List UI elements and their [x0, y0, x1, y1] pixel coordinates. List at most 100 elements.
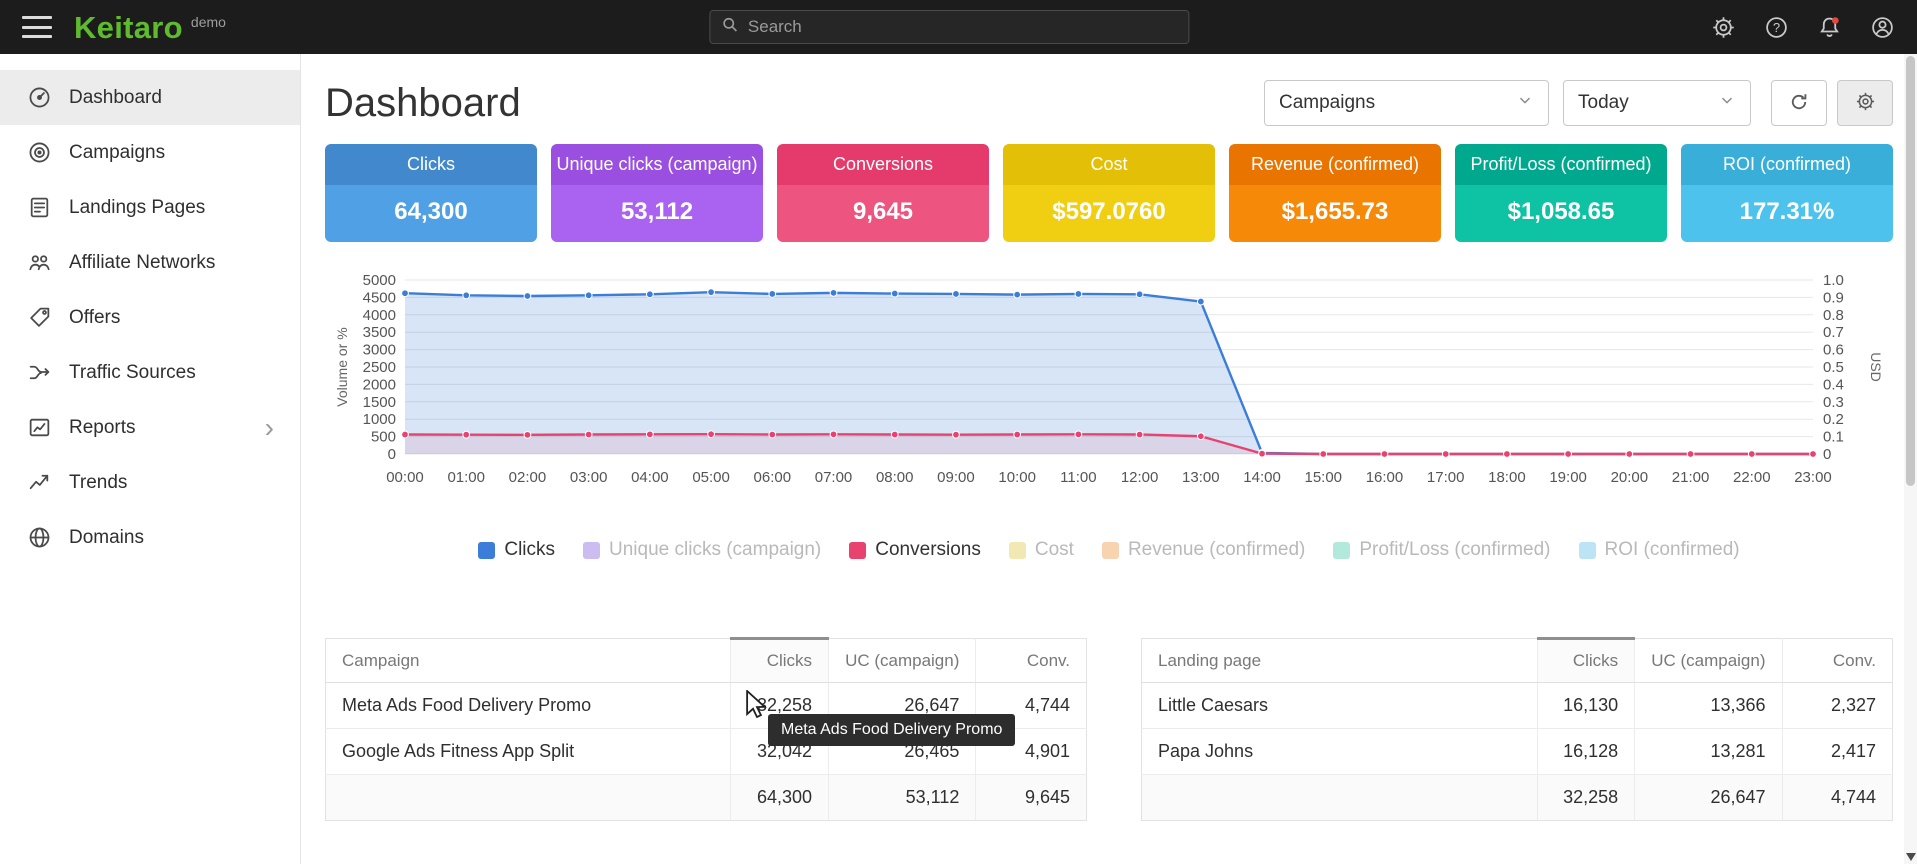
column-header-clicks[interactable]: Clicks — [1538, 639, 1635, 683]
metric-card-profit-loss-confirmed[interactable]: Profit/Loss (confirmed)$1,058.65 — [1455, 144, 1667, 242]
metric-card-value: $1,655.73 — [1229, 185, 1441, 242]
legend-item-clicks[interactable]: Clicks — [478, 539, 555, 561]
svg-text:07:00: 07:00 — [815, 469, 853, 486]
table-header-row: Landing pageClicksUC (campaign)Conv. — [1142, 639, 1893, 683]
row-value-cell: 13,366 — [1635, 683, 1782, 729]
total-value-cell: 53,112 — [829, 775, 976, 821]
metric-card-roi-confirmed[interactable]: ROI (confirmed)177.31% — [1681, 144, 1893, 242]
sidebar-item-trends[interactable]: Trends — [0, 455, 300, 510]
column-header-uc-campaign[interactable]: UC (campaign) — [1635, 639, 1782, 683]
metric-card-cost[interactable]: Cost$597.0760 — [1003, 144, 1215, 242]
column-header-landing-page[interactable]: Landing page — [1142, 639, 1538, 683]
search-icon — [720, 15, 740, 40]
landings-table-container: Landing pageClicksUC (campaign)Conv.Litt… — [1141, 637, 1893, 821]
column-header-uc-campaign[interactable]: UC (campaign) — [829, 639, 976, 683]
summary-tables: CampaignClicksUC (campaign)Conv.Meta Ads… — [325, 637, 1893, 821]
legend-label: Unique clicks (campaign) — [609, 539, 821, 561]
svg-text:21:00: 21:00 — [1672, 469, 1710, 486]
column-header-conv[interactable]: Conv. — [1782, 639, 1893, 683]
metric-card-revenue-confirmed[interactable]: Revenue (confirmed)$1,655.73 — [1229, 144, 1441, 242]
legend-item-cost[interactable]: Cost — [1009, 539, 1074, 561]
metric-card-value: 64,300 — [325, 185, 537, 242]
svg-text:12:00: 12:00 — [1121, 469, 1159, 486]
legend-swatch — [849, 542, 866, 559]
date-range-select[interactable]: Today — [1563, 80, 1751, 126]
legend-swatch — [1579, 542, 1596, 559]
metric-card-label: Unique clicks (campaign) — [551, 144, 763, 185]
column-header-clicks[interactable]: Clicks — [731, 639, 829, 683]
svg-text:0.7: 0.7 — [1823, 324, 1844, 341]
sidebar-item-traffic-sources[interactable]: Traffic Sources — [0, 345, 300, 400]
legend-item-roi-confirmed[interactable]: ROI (confirmed) — [1579, 539, 1740, 561]
table-row[interactable]: Papa Johns16,12813,2812,417 — [1142, 729, 1893, 775]
date-range-select-value: Today — [1578, 92, 1629, 114]
legend-swatch — [478, 542, 495, 559]
legend-item-revenue-confirmed[interactable]: Revenue (confirmed) — [1102, 539, 1305, 561]
globe-icon — [26, 525, 52, 551]
target-icon — [26, 140, 52, 166]
total-value-cell: 26,647 — [1635, 775, 1782, 821]
search-input[interactable] — [748, 17, 1178, 37]
svg-text:19:00: 19:00 — [1549, 469, 1587, 486]
column-header-conv[interactable]: Conv. — [976, 639, 1087, 683]
dashboard-settings-button[interactable] — [1837, 80, 1893, 126]
chevron-down-icon — [1516, 91, 1534, 115]
legend-label: Clicks — [504, 539, 555, 561]
refresh-button[interactable] — [1771, 80, 1827, 126]
svg-text:22:00: 22:00 — [1733, 469, 1771, 486]
metric-card-conversions[interactable]: Conversions9,645 — [777, 144, 989, 242]
scrollbar-down-button[interactable] — [1906, 853, 1916, 861]
chart-canvas: 0500100015002000250030003500400045005000… — [325, 268, 1885, 520]
svg-text:3000: 3000 — [363, 342, 396, 359]
total-value-cell: 4,744 — [1782, 775, 1893, 821]
sidebar-item-dashboard[interactable]: Dashboard — [0, 70, 300, 125]
sidebar-item-campaigns[interactable]: Campaigns — [0, 125, 300, 180]
total-value-cell: 64,300 — [731, 775, 829, 821]
grouping-select[interactable]: Campaigns — [1264, 80, 1549, 126]
row-tooltip: Meta Ads Food Delivery Promo — [768, 714, 1015, 746]
row-value-cell: 16,128 — [1538, 729, 1635, 775]
legend-label: Revenue (confirmed) — [1128, 539, 1305, 561]
legend-swatch — [1333, 542, 1350, 559]
svg-text:00:00: 00:00 — [386, 469, 424, 486]
svg-text:23:00: 23:00 — [1794, 469, 1832, 486]
table-total-row: 32,25826,6474,744 — [1142, 775, 1893, 821]
metric-card-unique-clicks-campaign[interactable]: Unique clicks (campaign)53,112 — [551, 144, 763, 242]
sidebar-item-label: Landings Pages — [69, 197, 205, 219]
sidebar-item-affiliate-networks[interactable]: Affiliate Networks — [0, 235, 300, 290]
scrollbar-thumb[interactable] — [1906, 56, 1915, 486]
sidebar-item-landings-pages[interactable]: Landings Pages — [0, 180, 300, 235]
legend-item-profit-loss-confirmed[interactable]: Profit/Loss (confirmed) — [1333, 539, 1550, 561]
search-box[interactable] — [709, 10, 1189, 44]
bell-icon[interactable] — [1816, 14, 1842, 40]
svg-text:10:00: 10:00 — [998, 469, 1036, 486]
metric-card-label: Cost — [1003, 144, 1215, 185]
svg-text:01:00: 01:00 — [447, 469, 485, 486]
metric-card-clicks[interactable]: Clicks64,300 — [325, 144, 537, 242]
svg-text:20:00: 20:00 — [1611, 469, 1649, 486]
table-row[interactable]: Little Caesars16,13013,3662,327 — [1142, 683, 1893, 729]
legend-item-conversions[interactable]: Conversions — [849, 539, 981, 561]
user-account-icon[interactable] — [1869, 14, 1895, 40]
metric-card-value: 177.31% — [1681, 185, 1893, 242]
legend-swatch — [583, 542, 600, 559]
svg-text:0.6: 0.6 — [1823, 342, 1844, 359]
metric-card-value: $1,058.65 — [1455, 185, 1667, 242]
sidebar-item-offers[interactable]: Offers — [0, 290, 300, 345]
row-name-cell: Papa Johns — [1142, 729, 1538, 775]
landing-table: Landing pageClicksUC (campaign)Conv.Litt… — [1141, 637, 1893, 821]
sidebar-item-label: Affiliate Networks — [69, 252, 215, 274]
sidebar-item-label: Domains — [69, 527, 144, 549]
svg-text:05:00: 05:00 — [692, 469, 730, 486]
help-icon[interactable]: ? — [1763, 14, 1789, 40]
legend-item-unique-clicks-campaign[interactable]: Unique clicks (campaign) — [583, 539, 821, 561]
total-value-cell: 32,258 — [1538, 775, 1635, 821]
svg-text:1.0: 1.0 — [1823, 272, 1844, 289]
sidebar-item-reports[interactable]: Reports› — [0, 400, 300, 455]
sidebar-item-domains[interactable]: Domains — [0, 510, 300, 565]
app-logo[interactable]: Keitaro demo — [74, 12, 226, 43]
column-header-campaign[interactable]: Campaign — [326, 639, 731, 683]
row-name-cell: Google Ads Fitness App Split — [326, 729, 731, 775]
gear-icon[interactable] — [1710, 14, 1736, 40]
hamburger-menu-button[interactable] — [22, 16, 52, 38]
